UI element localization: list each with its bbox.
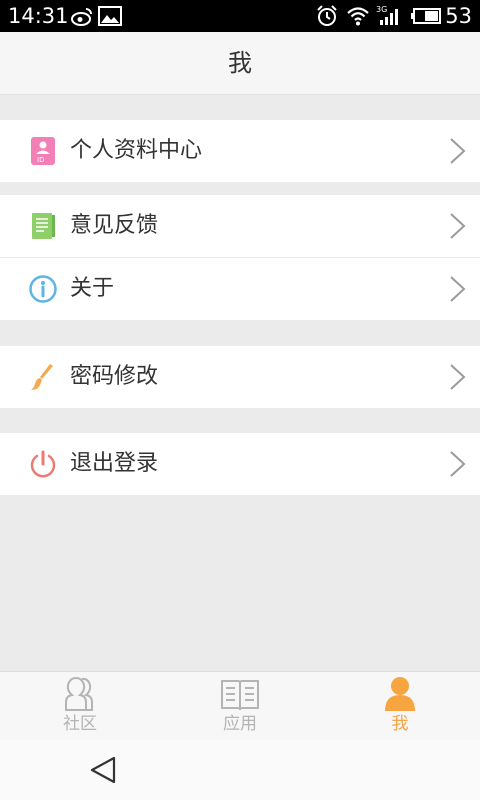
page-title: 我 [228, 49, 252, 77]
info-icon [29, 275, 57, 303]
svg-text:ID: ID [37, 156, 44, 164]
header: 我 [0, 32, 480, 95]
wifi-icon [347, 7, 369, 26]
book-icon [221, 680, 259, 711]
menu-item-label: 退出登录 [70, 451, 159, 476]
chevron-right-icon [450, 138, 466, 164]
menu-item-profile[interactable]: ID 个人资料中心 [0, 120, 480, 182]
menu-item-label: 关于 [70, 276, 115, 301]
menu-group-logout: 退出登录 [0, 433, 480, 495]
weibo-icon [71, 8, 92, 26]
menu-item-password[interactable]: 密码修改 [0, 346, 480, 408]
battery-level: 53 [445, 4, 472, 28]
system-nav-bar [0, 740, 480, 800]
bottom-tab-bar: 社区 应用 我 [0, 671, 480, 741]
menu-item-label: 个人资料中心 [70, 138, 203, 163]
id-badge-icon: ID [31, 137, 55, 165]
svg-text:3G: 3G [376, 5, 387, 14]
power-icon [30, 450, 56, 478]
tab-label: 我 [391, 714, 409, 734]
tab-me[interactable]: 我 [320, 672, 480, 741]
menu-group-info: 意见反馈 关于 [0, 195, 480, 320]
menu-item-label: 意见反馈 [70, 213, 159, 238]
chevron-right-icon [450, 276, 466, 302]
tab-apps[interactable]: 应用 [160, 672, 320, 741]
brush-icon [31, 364, 53, 390]
menu-group-profile: ID 个人资料中心 [0, 120, 480, 182]
chevron-right-icon [450, 213, 466, 239]
menu-item-about[interactable]: 关于 [0, 257, 480, 320]
menu-item-feedback[interactable]: 意见反馈 [0, 195, 480, 257]
tab-community[interactable]: 社区 [0, 672, 160, 741]
chevron-right-icon [450, 451, 466, 477]
person-icon [385, 677, 415, 711]
status-bar: 14:31 3G 53 [0, 0, 480, 32]
menu-item-logout[interactable]: 退出登录 [0, 433, 480, 495]
back-icon[interactable] [88, 754, 120, 786]
status-time: 14:31 [8, 4, 69, 28]
battery-icon [411, 8, 441, 24]
tab-label: 社区 [63, 714, 97, 734]
notebook-icon [32, 213, 55, 239]
signal-3g-icon: 3G [376, 5, 398, 25]
menu-item-label: 密码修改 [70, 364, 159, 389]
alarm-icon [317, 5, 337, 26]
image-icon [98, 6, 122, 26]
menu-group-password: 密码修改 [0, 346, 480, 408]
community-icon [65, 676, 93, 711]
tab-label: 应用 [223, 714, 257, 734]
chevron-right-icon [450, 364, 466, 390]
